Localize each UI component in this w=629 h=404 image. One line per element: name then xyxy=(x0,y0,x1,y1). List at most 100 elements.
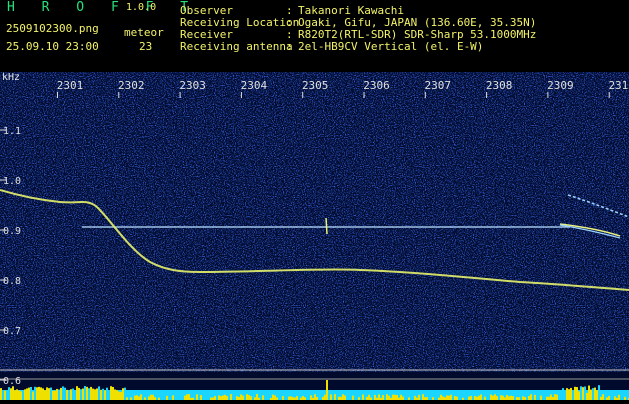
level-bar xyxy=(428,394,430,400)
level-bar xyxy=(120,391,122,400)
level-bar xyxy=(214,395,216,400)
level-bar xyxy=(442,396,444,400)
level-bar xyxy=(352,395,354,400)
level-bar xyxy=(318,395,320,400)
level-bar xyxy=(88,388,90,400)
level-bar xyxy=(98,386,100,400)
level-bar xyxy=(92,388,94,400)
level-bar xyxy=(404,394,406,400)
level-bar xyxy=(72,388,74,400)
level-bar xyxy=(202,395,204,400)
level-bar xyxy=(526,394,528,400)
level-bar xyxy=(466,394,468,400)
level-bar xyxy=(554,394,556,400)
level-bar xyxy=(108,391,110,400)
level-bar xyxy=(58,389,60,400)
level-bar xyxy=(528,396,530,400)
level-bar xyxy=(186,394,188,400)
level-bar xyxy=(112,386,114,400)
level-bar xyxy=(578,391,580,400)
x-tick-label: 2301 xyxy=(57,79,84,92)
level-bar xyxy=(106,387,108,400)
y-tick-label: 1.1 xyxy=(3,126,21,137)
level-bar xyxy=(68,389,70,400)
level-bar xyxy=(100,389,102,400)
level-bar xyxy=(496,395,498,400)
level-bar xyxy=(42,388,44,400)
level-bar xyxy=(460,395,462,400)
level-bar xyxy=(280,395,282,400)
level-bar xyxy=(582,387,584,400)
level-bar xyxy=(124,387,126,400)
level-bar xyxy=(468,396,470,400)
level-bar xyxy=(534,394,536,400)
level-bar xyxy=(76,386,78,400)
level-bar xyxy=(402,396,404,400)
level-bar xyxy=(396,394,398,400)
level-bar xyxy=(562,388,564,400)
level-bar xyxy=(54,390,56,400)
level-bar xyxy=(308,394,310,400)
level-bar xyxy=(146,395,148,400)
level-bar xyxy=(330,394,332,400)
level-bar xyxy=(422,394,424,400)
app-title: H R O F F T xyxy=(7,0,198,15)
level-bar xyxy=(226,395,228,400)
level-bar xyxy=(394,394,396,400)
level-bar xyxy=(48,388,50,400)
level-bar xyxy=(508,396,510,400)
y-tick-label: 0.8 xyxy=(3,276,21,287)
level-bar xyxy=(122,388,124,400)
spectrogram-svg: 1.1 1.0 0.9 0.8 0.7 0.6 2301 2302 2303 2304 2305 23… xyxy=(0,72,629,400)
level-bar xyxy=(542,395,544,400)
meteor-label: meteor xyxy=(124,26,164,39)
level-bar xyxy=(522,396,524,400)
level-bar xyxy=(248,395,250,400)
level-bar xyxy=(588,385,590,400)
level-bar xyxy=(288,396,290,400)
level-bar xyxy=(388,395,390,400)
level-bar xyxy=(414,395,416,400)
level-bar xyxy=(268,394,270,400)
level-bar xyxy=(66,389,68,400)
level-bar xyxy=(360,394,362,400)
level-bar xyxy=(382,394,384,400)
level-bar xyxy=(224,394,226,400)
level-bar xyxy=(166,395,168,400)
level-bar xyxy=(502,395,504,400)
level-bar xyxy=(592,388,594,400)
level-bar xyxy=(374,394,376,400)
level-bar xyxy=(60,387,62,400)
level-bar xyxy=(474,395,476,400)
level-bar xyxy=(0,388,2,400)
level-bar xyxy=(252,395,254,400)
level-bar xyxy=(278,394,280,400)
level-bar xyxy=(480,394,482,400)
level-bar xyxy=(34,386,36,400)
level-bar xyxy=(584,386,586,400)
level-bar xyxy=(368,394,370,400)
level-bar xyxy=(566,388,568,400)
level-bar xyxy=(610,396,612,400)
level-bar xyxy=(464,396,466,400)
file-name: 2509102300.png xyxy=(6,22,99,35)
level-bar xyxy=(156,395,158,400)
level-bar xyxy=(620,394,622,400)
level-bar xyxy=(572,391,574,400)
level-bar xyxy=(400,394,402,400)
level-bar xyxy=(354,395,356,400)
level-bar xyxy=(346,396,348,400)
level-bar xyxy=(64,387,66,400)
level-bar xyxy=(512,396,514,400)
level-bar xyxy=(30,386,32,400)
x-tick-label: 2309 xyxy=(547,79,574,92)
level-bar xyxy=(386,394,388,400)
level-bar xyxy=(6,390,8,400)
level-bar xyxy=(612,395,614,400)
noise-layer xyxy=(0,72,629,372)
level-bar xyxy=(470,395,472,400)
spectrogram-panel: 1.1 1.0 0.9 0.8 0.7 0.6 2301 2302 2303 2304 2305 23… xyxy=(0,72,629,400)
x-tick-label: 2307 xyxy=(425,79,452,92)
level-bar xyxy=(536,395,538,400)
level-bar xyxy=(22,391,24,400)
